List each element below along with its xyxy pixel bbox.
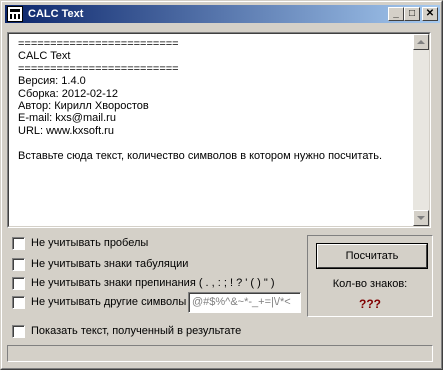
ignore-punctuation-checkbox[interactable] [12, 276, 25, 290]
ignore-spaces-label[interactable]: Не учитывать пробелы [31, 237, 148, 249]
arrow-up-icon [417, 40, 425, 44]
minimize-button[interactable]: _ [388, 7, 404, 21]
scroll-down-button[interactable] [413, 210, 429, 226]
text-input-area[interactable]: ========================= CALC Text ====… [7, 32, 431, 228]
option-ignore-tabs[interactable]: Не учитывать знаки табуляции [12, 257, 188, 271]
window-title: CALC Text [28, 8, 84, 20]
char-count-value: ??? [359, 297, 381, 311]
other-symbols-input[interactable]: @#$%^&~*-_+=|\/*< [188, 292, 301, 313]
char-count-label: Кол-во знаков: [332, 278, 408, 290]
close-button[interactable]: ✕ [422, 7, 438, 21]
calculator-app-icon[interactable] [7, 6, 23, 22]
count-button-label: Посчитать [345, 250, 399, 262]
close-icon: ✕ [425, 8, 435, 19]
minimize-icon: _ [393, 8, 399, 19]
count-button-face[interactable]: Посчитать [317, 244, 427, 268]
text-input-frame: ========================= CALC Text ====… [8, 33, 430, 227]
arrow-down-icon [417, 216, 425, 220]
ignore-tabs-label[interactable]: Не учитывать знаки табуляции [31, 258, 188, 270]
ignore-punctuation-label[interactable]: Не учитывать знаки препинания ( . , : ; … [31, 277, 275, 289]
ignore-other-checkbox[interactable] [12, 295, 25, 309]
show-text-checkbox[interactable] [12, 324, 25, 338]
option-show-text[interactable]: Показать текст, полученный в результате [12, 324, 241, 338]
text-input-content[interactable]: ========================= CALC Text ====… [18, 38, 410, 162]
ignore-other-label[interactable]: Не учитывать другие символы [31, 296, 186, 308]
option-ignore-punctuation[interactable]: Не учитывать знаки препинания ( . , : ; … [12, 276, 275, 290]
scroll-up-button[interactable] [413, 34, 429, 50]
option-ignore-spaces[interactable]: Не учитывать пробелы [12, 236, 148, 250]
ignore-tabs-checkbox[interactable] [12, 257, 25, 271]
progress-bar [7, 345, 433, 362]
ignore-spaces-checkbox[interactable] [12, 236, 25, 250]
show-text-label[interactable]: Показать текст, полученный в результате [31, 325, 241, 337]
count-button[interactable]: Посчитать [316, 243, 428, 269]
maximize-button[interactable]: □ [404, 7, 420, 21]
vertical-scrollbar[interactable] [413, 34, 429, 226]
title-bar[interactable]: CALC Text _ □ ✕ [5, 5, 440, 23]
maximize-icon: □ [408, 8, 416, 19]
option-ignore-other[interactable]: Не учитывать другие символы [12, 295, 186, 309]
